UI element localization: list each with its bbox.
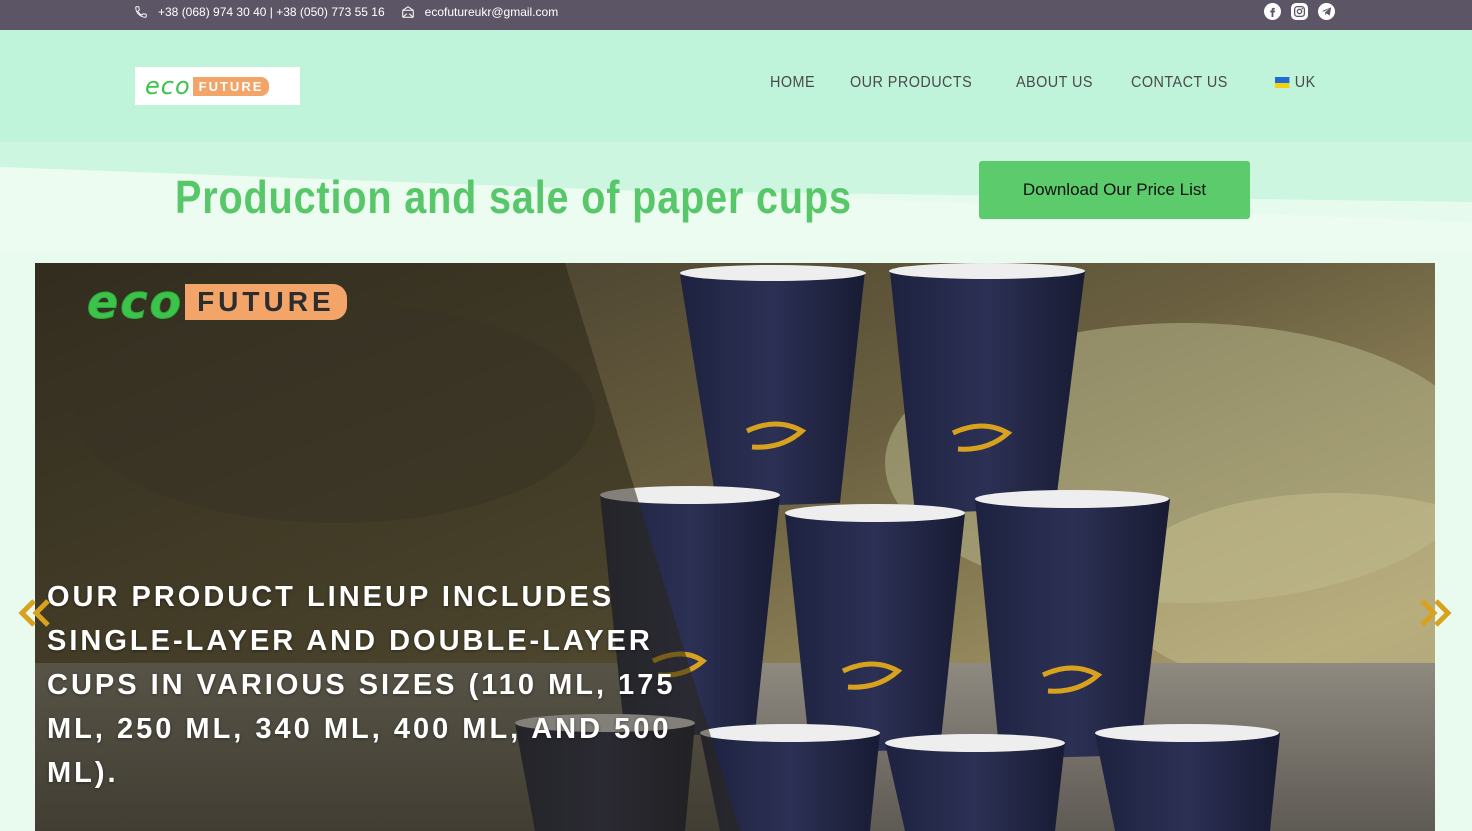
phone-icon	[134, 5, 148, 19]
nav-our-products[interactable]: OUR PRODUCTS	[850, 74, 972, 92]
nav-home[interactable]: HOME	[770, 74, 815, 92]
site-logo[interactable]: eco FUTURE	[135, 67, 300, 105]
logo-future-text: FUTURE	[192, 76, 270, 96]
contact-info: +38 (068) 974 30 40 | +38 (050) 773 55 1…	[134, 0, 558, 24]
hero-slider: eco FUTURE Our product lineup includes s…	[35, 263, 1435, 831]
page-headline: Production and sale of paper cups	[175, 171, 852, 223]
hero-description: Our product lineup includes single-layer…	[47, 581, 676, 789]
instagram-icon[interactable]	[1291, 3, 1308, 20]
hero-logo-future: FUTURE	[185, 284, 347, 320]
nav-contact-us[interactable]: CONTACT US	[1131, 74, 1228, 92]
logo-eco-text: eco	[145, 72, 191, 100]
slider-prev-arrow[interactable]	[18, 598, 52, 628]
language-label: UK	[1294, 74, 1316, 91]
facebook-icon[interactable]	[1264, 3, 1281, 20]
ukraine-flag-icon	[1274, 77, 1290, 89]
slider-next-arrow[interactable]	[1418, 598, 1452, 628]
chevron-double-right-icon	[1420, 599, 1452, 627]
telegram-icon[interactable]	[1318, 3, 1335, 20]
download-price-list-button[interactable]: Download Our Price List	[979, 161, 1250, 219]
email-icon	[401, 5, 415, 19]
top-contact-bar: +38 (068) 974 30 40 | +38 (050) 773 55 1…	[0, 0, 1472, 30]
chevron-double-left-icon	[18, 599, 50, 627]
main-navigation: HOME OUR PRODUCTS ABOUT US CONTACT US UK	[770, 74, 1320, 92]
phone-numbers[interactable]: +38 (068) 974 30 40 | +38 (050) 773 55 1…	[158, 5, 385, 19]
hero-logo: eco FUTURE	[86, 275, 347, 330]
language-switcher[interactable]: UK	[1274, 74, 1316, 92]
site-header: eco FUTURE HOME OUR PRODUCTS ABOUT US CO…	[0, 30, 1472, 142]
email-link[interactable]: ecofutureukr@gmail.com	[425, 5, 559, 19]
nav-about-us[interactable]: ABOUT US	[1016, 74, 1093, 92]
social-links	[1264, 3, 1335, 20]
hero-logo-eco: eco	[86, 275, 184, 330]
